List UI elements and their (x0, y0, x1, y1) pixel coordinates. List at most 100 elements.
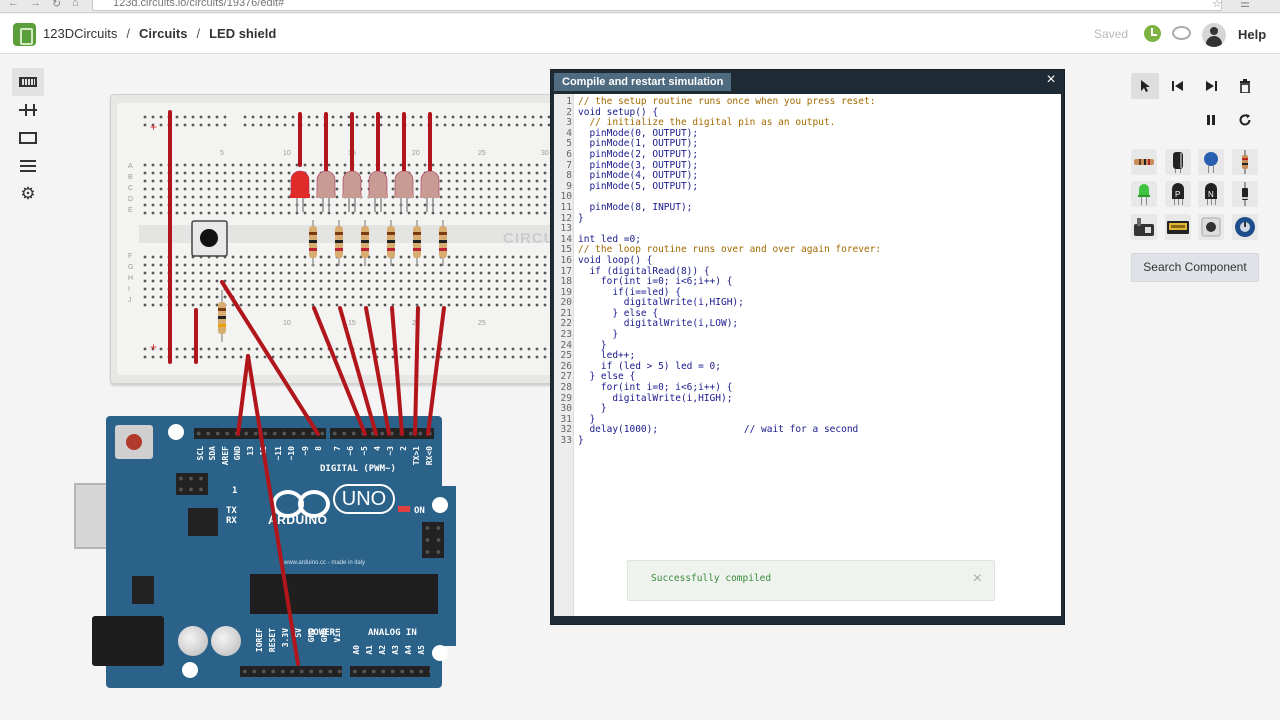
pnp-letter: P (1175, 190, 1180, 199)
code-line[interactable]: 12} (554, 212, 1059, 225)
step-forward-button[interactable] (1197, 73, 1225, 99)
green-led-part[interactable] (1131, 181, 1157, 207)
line-number: 6 (566, 148, 572, 160)
step-forward-icon (1206, 81, 1217, 91)
compile-toast: Successfully compiled × (627, 560, 995, 601)
resistor-band (361, 232, 369, 235)
code-line[interactable]: 23 } (554, 329, 1059, 341)
npn-letter: N (1208, 190, 1214, 199)
electrolytic-capacitor-part[interactable] (1165, 149, 1191, 175)
code-text: } (578, 435, 584, 446)
restart-icon (1239, 114, 1251, 126)
resistor-band (439, 240, 447, 243)
search-component-button[interactable]: Search Component (1131, 253, 1259, 282)
resistor-band (413, 240, 421, 243)
resistor-band (439, 248, 447, 251)
line-number: 11 (560, 201, 572, 213)
led (290, 170, 310, 197)
wire (220, 280, 320, 436)
wire (236, 354, 250, 436)
led (420, 170, 440, 197)
resistor-band (218, 316, 226, 319)
close-editor-icon[interactable]: × (1043, 72, 1059, 88)
code-line[interactable]: 1 // the setup routine runs once when you… (554, 96, 1059, 108)
pnp-transistor-part[interactable]: P (1165, 181, 1191, 207)
trash-icon (1240, 79, 1250, 93)
resistor-band (218, 324, 226, 327)
lcd-part[interactable] (1165, 214, 1191, 240)
code-line[interactable]: 22 digitalWrite(i,LOW); (554, 319, 1059, 330)
resistor-band (335, 240, 343, 243)
led-base (420, 194, 440, 198)
toast-close-icon[interactable]: × (973, 570, 982, 588)
code-editor[interactable]: 1 // the setup routine runs once when you… (554, 94, 1061, 616)
wire (246, 354, 300, 666)
pause-button[interactable] (1197, 107, 1225, 133)
code-line[interactable]: 11 pinMode(8, INPUT); (554, 201, 1059, 214)
pointer-icon (1141, 80, 1150, 92)
resistor-band (439, 232, 447, 235)
code-line[interactable]: 33} (554, 435, 1059, 447)
resistor-band (387, 232, 395, 235)
resistor-part[interactable] (1131, 149, 1157, 175)
led (342, 170, 362, 197)
pause-icon (1207, 115, 1215, 125)
resistor-band (218, 308, 226, 311)
resistor-band (361, 240, 369, 243)
delete-button[interactable] (1231, 73, 1259, 99)
pointer-tool-button[interactable] (1131, 73, 1159, 99)
code-text: void loop() { (578, 254, 653, 266)
code-lines[interactable]: 1 // the setup routine runs once when you… (554, 96, 1059, 447)
resistor-band (387, 248, 395, 251)
potentiometer-part[interactable] (1232, 214, 1258, 240)
resistor-band (335, 248, 343, 251)
led (368, 170, 388, 197)
line-number: 1 (566, 96, 572, 107)
motor-part-icon (1134, 218, 1154, 236)
led (316, 170, 336, 197)
pushbutton-part[interactable] (1198, 214, 1224, 240)
code-line[interactable]: 29 digitalWrite(i,HIGH); (554, 393, 1059, 405)
code-line[interactable]: 30 } (554, 404, 1059, 415)
resistor-part-icon (1134, 159, 1154, 165)
pushbutton-cap (200, 229, 218, 247)
green-led-part-icon (1138, 184, 1150, 205)
line-number: 33 (560, 435, 572, 446)
diode-part[interactable] (1232, 181, 1258, 207)
led-base (316, 194, 336, 198)
resistor-band (361, 248, 369, 251)
resistor-vertical-part[interactable] (1232, 149, 1258, 175)
compile-restart-button[interactable]: Compile and restart simulation (554, 73, 732, 91)
code-text: pinMode(5, OUTPUT); (578, 180, 699, 192)
npn-transistor-part[interactable]: N (1198, 181, 1224, 207)
resistor-band (335, 232, 343, 235)
resistor-band (309, 240, 317, 243)
wire (390, 306, 404, 436)
potentiometer-part-icon (1235, 217, 1255, 237)
code-text: delay(1000); // wait for a second (578, 424, 859, 436)
pushbutton-part-icon (1201, 217, 1221, 237)
toast-message: Successfully compiled (651, 573, 772, 584)
led-base (290, 194, 310, 198)
code-line[interactable]: 6 pinMode(2, OUTPUT); (554, 148, 1059, 161)
code-text: pinMode(8, INPUT); (578, 201, 693, 213)
code-line[interactable]: 9 pinMode(5, OUTPUT); (554, 180, 1059, 193)
resistor-band (413, 248, 421, 251)
ceramic-capacitor-part-icon (1204, 152, 1218, 173)
led-base (368, 194, 388, 198)
code-editor-panel: Compile and restart simulation × 1 // the… (550, 69, 1065, 625)
code-text: // the setup routine runs once when you … (578, 96, 876, 107)
wires (168, 110, 447, 666)
npn-transistor-part-icon: N (1205, 183, 1217, 205)
restart-button[interactable] (1231, 107, 1259, 133)
step-back-button[interactable] (1164, 73, 1192, 99)
code-line[interactable]: 16 void loop() { (554, 254, 1059, 267)
motor-part[interactable] (1131, 214, 1157, 240)
resistor-vertical-part-icon (1242, 150, 1248, 174)
line-number: 16 (560, 254, 572, 266)
led-base (394, 194, 414, 198)
ceramic-capacitor-part[interactable] (1198, 149, 1224, 175)
code-line[interactable]: 32 delay(1000); // wait for a second (554, 425, 1059, 436)
resistor-band (309, 248, 317, 251)
code-text: } (578, 212, 584, 224)
